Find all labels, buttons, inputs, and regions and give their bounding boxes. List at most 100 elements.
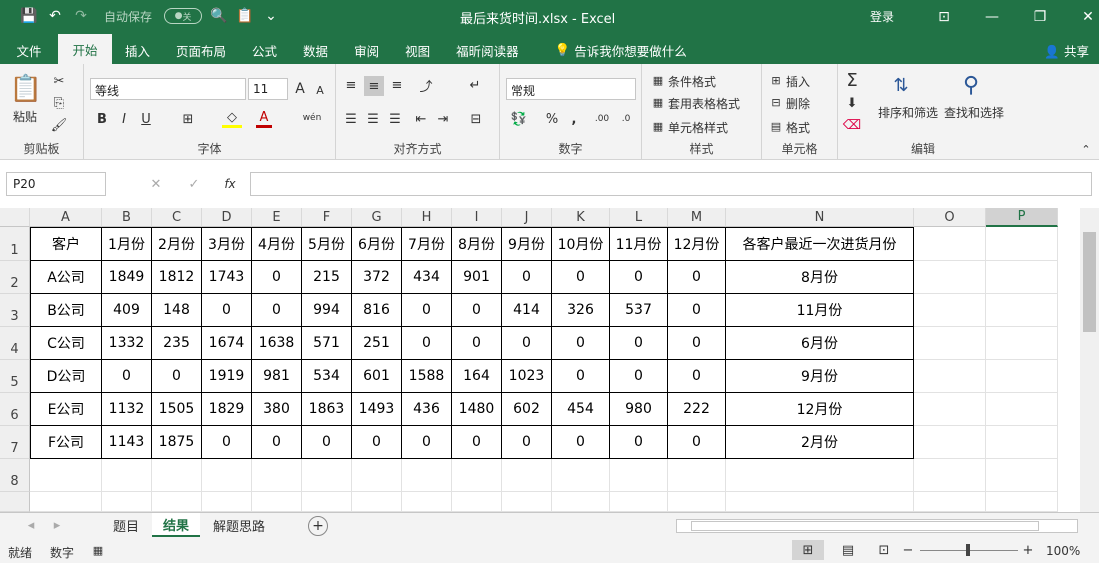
sort-filter-button[interactable]: 排序和筛选: [878, 104, 938, 121]
decrease-decimal-icon[interactable]: .0: [616, 110, 636, 128]
row-header-4[interactable]: 4: [0, 327, 30, 360]
grid-cell[interactable]: [986, 261, 1058, 294]
zoom-in-icon[interactable]: +: [1020, 540, 1036, 560]
find-select-icon[interactable]: ⚲: [956, 70, 986, 100]
grid-cell[interactable]: [202, 492, 252, 512]
grid-cell[interactable]: 0: [668, 360, 726, 393]
grid-cell[interactable]: [610, 492, 668, 512]
grid-cell[interactable]: 1023: [502, 360, 552, 393]
grid-cell[interactable]: 0: [402, 294, 452, 327]
grid-cell[interactable]: [914, 261, 986, 294]
grid-cell[interactable]: 0: [452, 426, 502, 459]
grid-cell[interactable]: [402, 459, 452, 492]
grid-cell[interactable]: [402, 492, 452, 512]
grid-cell[interactable]: F公司: [30, 426, 102, 459]
autosave-toggle[interactable]: ● 关: [164, 8, 203, 24]
cancel-entry-icon[interactable]: ✕: [148, 176, 164, 192]
undo-icon[interactable]: ↶: [46, 7, 64, 25]
align-center-icon[interactable]: ☰: [364, 110, 382, 128]
grid-cell[interactable]: [668, 459, 726, 492]
next-sheet-icon[interactable]: ▸: [50, 517, 64, 533]
tab-review[interactable]: 审阅: [341, 36, 392, 64]
grid-cell[interactable]: [352, 459, 402, 492]
grid-cell[interactable]: [914, 492, 986, 512]
grid-cell[interactable]: 0: [552, 261, 610, 294]
tab-file[interactable]: 文件: [0, 36, 58, 64]
vertical-scroll-thumb[interactable]: [1083, 232, 1096, 332]
sheet-tab-result[interactable]: 结果: [152, 513, 200, 537]
row-header-1[interactable]: 1: [0, 227, 30, 261]
grid-cell[interactable]: 0: [610, 426, 668, 459]
grid-cell[interactable]: [102, 492, 152, 512]
column-header-b[interactable]: B: [102, 208, 152, 227]
grid-cell[interactable]: [726, 492, 914, 512]
grid-cell[interactable]: 148: [152, 294, 202, 327]
sheet-tab-solution[interactable]: 解题思路: [200, 513, 278, 537]
grid-cell[interactable]: 0: [202, 294, 252, 327]
grid-cell[interactable]: 0: [668, 261, 726, 294]
column-header-c[interactable]: C: [152, 208, 202, 227]
grid-cell[interactable]: [986, 426, 1058, 459]
grid-cell[interactable]: 7月份: [402, 227, 452, 261]
font-size-select[interactable]: 11: [248, 78, 288, 100]
bold-button[interactable]: B: [94, 110, 110, 128]
grid-cell[interactable]: 164: [452, 360, 502, 393]
shrink-font-button[interactable]: A: [312, 82, 328, 98]
grid-cell[interactable]: 436: [402, 393, 452, 426]
grid-cell[interactable]: 1875: [152, 426, 202, 459]
grid-cell[interactable]: [30, 492, 102, 512]
grid-cell[interactable]: 1849: [102, 261, 152, 294]
orientation-icon[interactable]: ⤴: [414, 76, 438, 95]
column-header-f[interactable]: F: [302, 208, 352, 227]
grid-cell[interactable]: 434: [402, 261, 452, 294]
zoom-out-icon[interactable]: −: [900, 540, 916, 560]
grid-cell[interactable]: 454: [552, 393, 610, 426]
column-header-h[interactable]: H: [402, 208, 452, 227]
grid-cell[interactable]: 9月份: [502, 227, 552, 261]
paste-button[interactable]: 粘贴: [13, 108, 37, 125]
grid-cell[interactable]: 0: [452, 327, 502, 360]
grid-cell[interactable]: 5月份: [302, 227, 352, 261]
grid-cell[interactable]: [986, 227, 1058, 261]
grid-cell[interactable]: 0: [252, 426, 302, 459]
sheet-tab-question[interactable]: 题目: [100, 513, 152, 537]
align-middle-icon[interactable]: ≡: [364, 76, 384, 96]
font-color-button[interactable]: A: [256, 110, 272, 128]
grid-cell[interactable]: 380: [252, 393, 302, 426]
grid-cell[interactable]: [986, 327, 1058, 360]
column-header-p[interactable]: P: [986, 208, 1058, 227]
grid-cell[interactable]: 601: [352, 360, 402, 393]
grid-cell[interactable]: 0: [402, 426, 452, 459]
grid-cell[interactable]: [668, 492, 726, 512]
grid-cell[interactable]: 1332: [102, 327, 152, 360]
grid-cell[interactable]: 1919: [202, 360, 252, 393]
tab-insert[interactable]: 插入: [112, 36, 163, 64]
grid-cell[interactable]: 1812: [152, 261, 202, 294]
row-header-2[interactable]: 2: [0, 261, 30, 294]
grid-cell[interactable]: [502, 459, 552, 492]
grid-cell[interactable]: 12月份: [726, 393, 914, 426]
grid-cell[interactable]: 2月份: [152, 227, 202, 261]
grid-cell[interactable]: [914, 327, 986, 360]
tab-page-layout[interactable]: 页面布局: [163, 36, 239, 64]
row-header-6[interactable]: 6: [0, 393, 30, 426]
grid-cell[interactable]: 1863: [302, 393, 352, 426]
grid-cell[interactable]: 0: [352, 426, 402, 459]
paste-icon[interactable]: 📋: [10, 72, 42, 106]
grid-cell[interactable]: 816: [352, 294, 402, 327]
tab-foxit[interactable]: 福昕阅读器: [443, 36, 532, 64]
merge-center-icon[interactable]: ⊟: [464, 110, 488, 128]
grid-cell[interactable]: 1480: [452, 393, 502, 426]
grid-cell[interactable]: 1493: [352, 393, 402, 426]
grid-cell[interactable]: E公司: [30, 393, 102, 426]
grid-cell[interactable]: 0: [402, 327, 452, 360]
confirm-entry-icon[interactable]: ✓: [186, 176, 202, 192]
horizontal-scroll-thumb[interactable]: [691, 521, 1039, 531]
borders-icon[interactable]: ⊞: [178, 110, 198, 128]
grid-cell[interactable]: 222: [668, 393, 726, 426]
grid-cell[interactable]: [202, 459, 252, 492]
customize-qat-icon[interactable]: ⌄: [262, 7, 280, 25]
tab-view[interactable]: 视图: [392, 36, 443, 64]
grid-cell[interactable]: [302, 459, 352, 492]
row-header-7[interactable]: 7: [0, 426, 30, 459]
